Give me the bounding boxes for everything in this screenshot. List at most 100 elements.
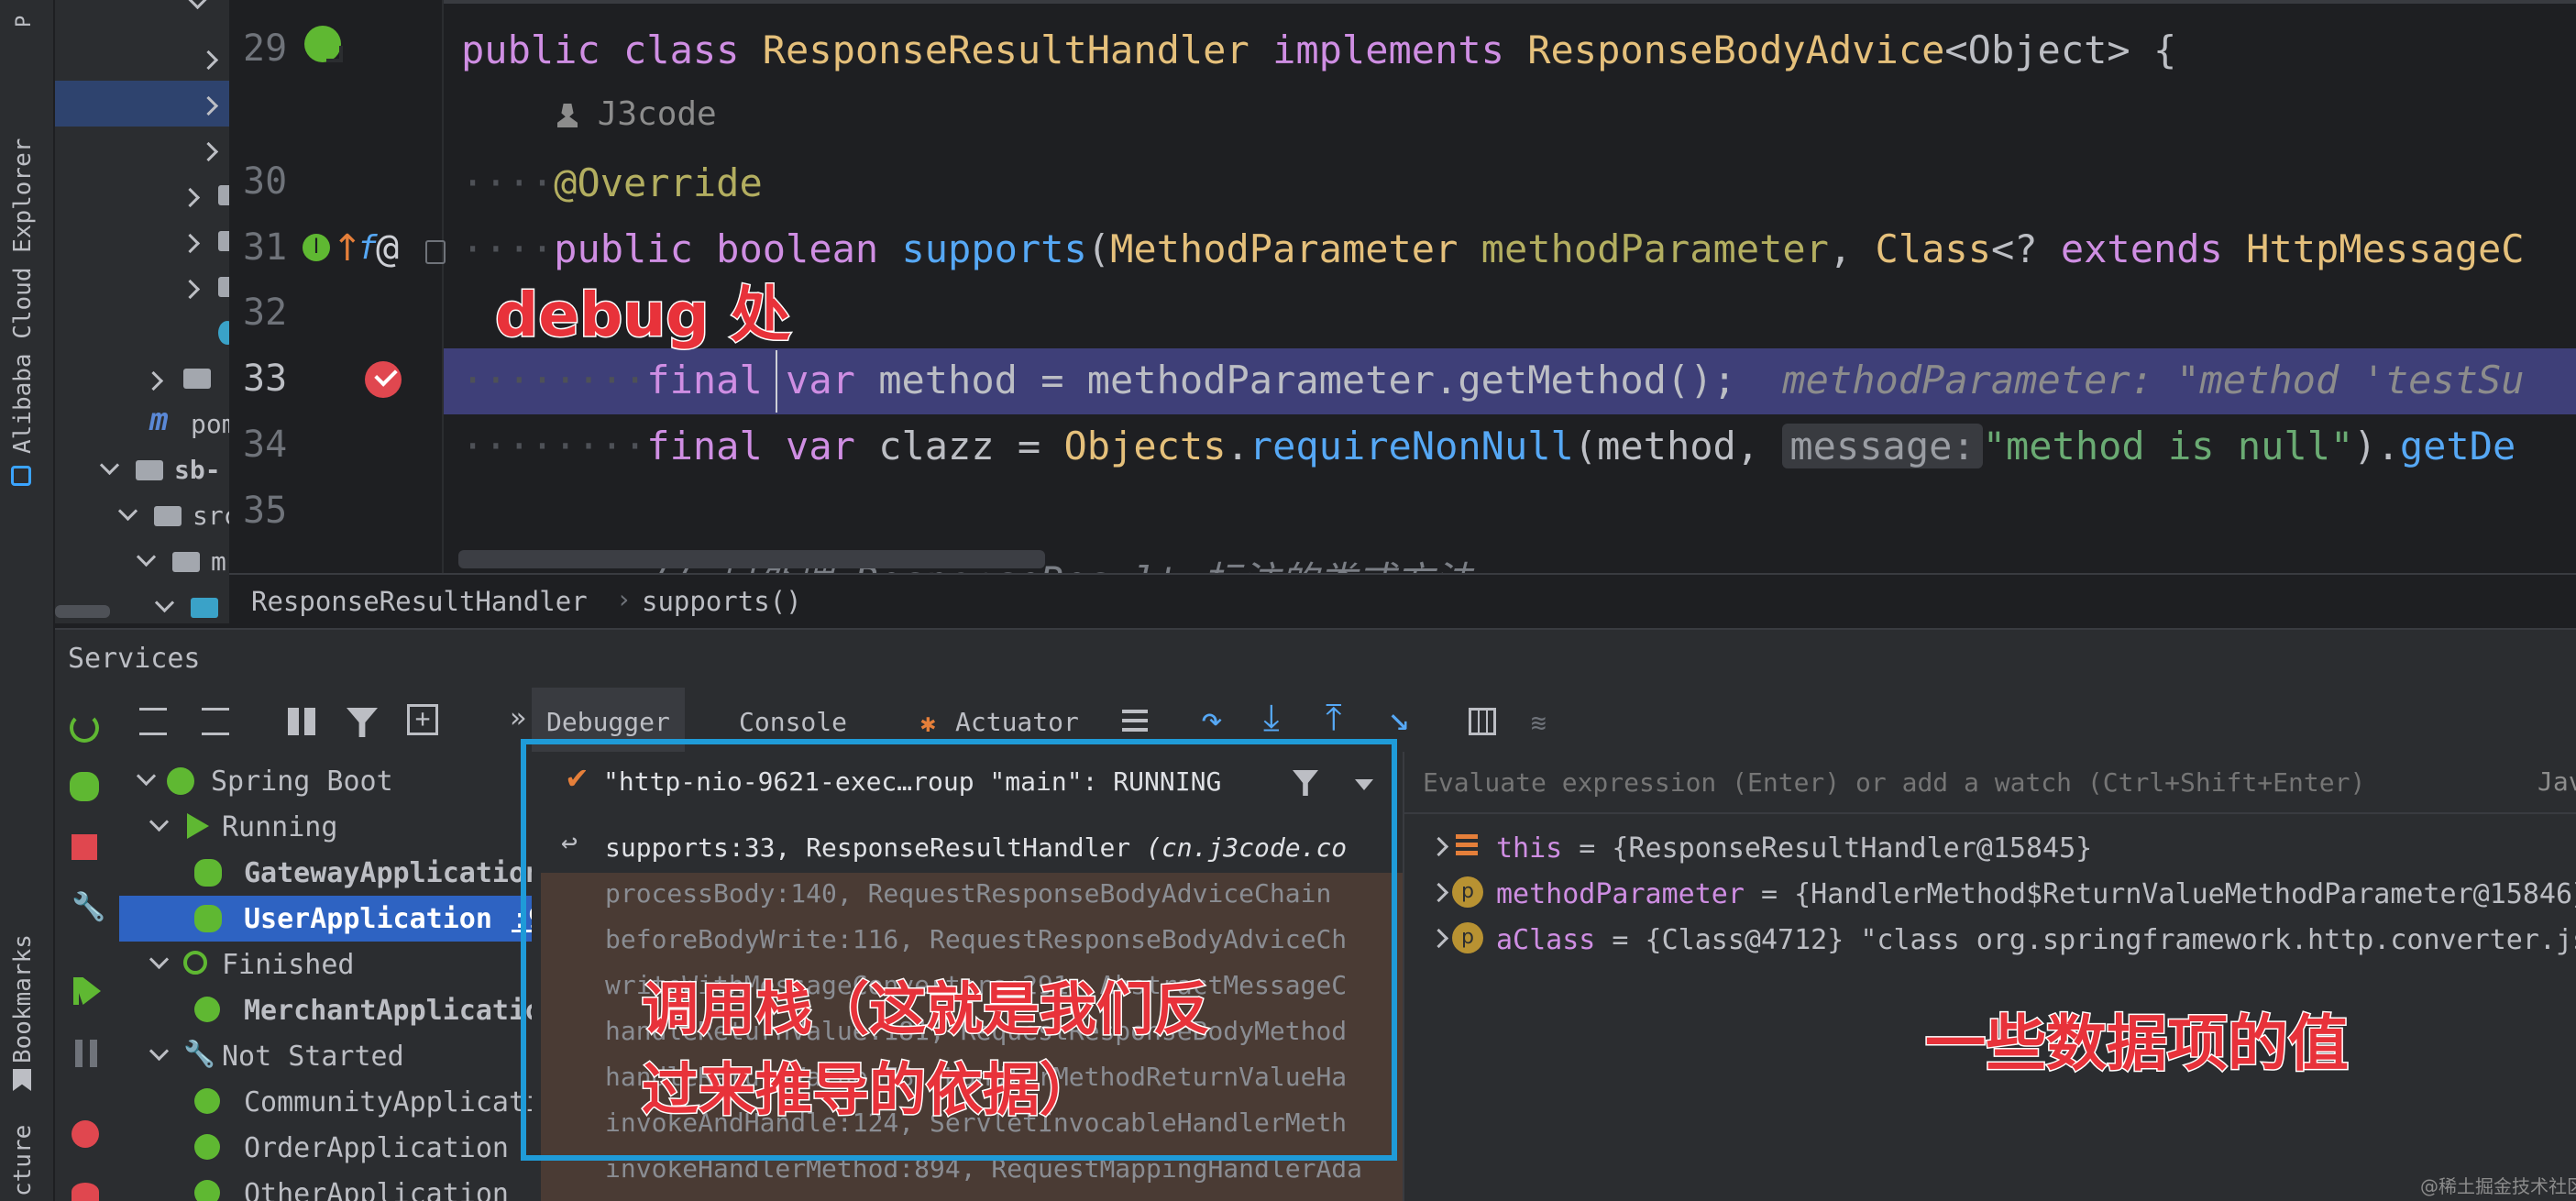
line-number: 30 bbox=[243, 160, 288, 203]
annotation-call-stack-line2: 过来推导的依据） bbox=[640, 1055, 1097, 1125]
fold-marker-icon[interactable] bbox=[425, 240, 446, 264]
debug-bug-icon bbox=[194, 859, 222, 887]
breadcrumb-separator: › bbox=[616, 584, 632, 614]
implements-interface-icon[interactable]: I bbox=[303, 234, 330, 261]
spring-app-icon bbox=[194, 997, 220, 1022]
editor-horizontal-scrollbar[interactable] bbox=[458, 550, 1045, 568]
step-out-icon[interactable]: ⤒ bbox=[1326, 697, 1342, 739]
step-over-icon[interactable]: ↷ bbox=[1201, 699, 1223, 741]
tree-row[interactable] bbox=[55, 356, 229, 402]
maven-icon: m bbox=[149, 402, 169, 438]
user-icon bbox=[557, 104, 578, 127]
tree-row[interactable] bbox=[55, 0, 229, 28]
stop-icon[interactable] bbox=[72, 834, 97, 860]
tree-row-main[interactable]: m bbox=[55, 539, 229, 585]
svc-row-other[interactable]: OtherApplication bbox=[119, 1171, 541, 1201]
code-line-29: public class ResponseResultHandler imple… bbox=[461, 28, 2177, 72]
evaluate-expression-bar: Jav bbox=[1404, 752, 2576, 814]
view-breakpoints-icon[interactable] bbox=[72, 1120, 99, 1148]
svc-label: Finished bbox=[222, 949, 355, 981]
structure-tab[interactable]: cture bbox=[9, 1125, 37, 1196]
evaluate-expression-input[interactable] bbox=[1421, 763, 2506, 801]
tree-row-pom[interactable]: m pom bbox=[55, 402, 229, 447]
author-name: J3code bbox=[597, 95, 717, 133]
variable-row-this[interactable]: this = {ResponseResultHandler@15845} bbox=[1404, 823, 2576, 869]
tree-scrollbar[interactable] bbox=[55, 605, 110, 618]
pause-icon[interactable] bbox=[75, 1040, 97, 1067]
svc-row-merchant[interactable]: MerchantApplication bbox=[119, 987, 541, 1033]
resume-icon[interactable] bbox=[73, 977, 101, 1005]
tree-row[interactable] bbox=[55, 172, 229, 218]
left-tool-strip: P Alibaba Cloud Explorer Bookmarks cture bbox=[0, 0, 55, 1201]
group-by-icon[interactable] bbox=[288, 708, 315, 735]
evaluate-expression-icon[interactable] bbox=[1469, 708, 1496, 735]
svc-row-not-started[interactable]: 🔧 Not Started bbox=[119, 1033, 541, 1079]
expand-all-icon[interactable] bbox=[139, 708, 167, 735]
project-tree: m pom sb- src m bbox=[55, 0, 229, 623]
svc-row-gateway[interactable]: GatewayApplication bbox=[119, 850, 541, 896]
line-number: 34 bbox=[243, 424, 288, 466]
run-to-cursor-icon[interactable]: ↘ bbox=[1388, 697, 1410, 739]
more-tabs-icon[interactable]: » bbox=[510, 702, 526, 734]
tree-item-label: pom bbox=[191, 409, 229, 439]
debug-bug-icon bbox=[194, 905, 222, 932]
breadcrumb-class[interactable]: ResponseResultHandler bbox=[251, 586, 588, 617]
tree-row[interactable] bbox=[55, 35, 229, 81]
tree-row-selected[interactable] bbox=[55, 81, 229, 127]
alibaba-cloud-explorer-tab[interactable]: Alibaba Cloud Explorer bbox=[9, 138, 37, 454]
bookmarks-tab[interactable]: Bookmarks bbox=[9, 934, 37, 1063]
tree-row-src[interactable]: src bbox=[55, 493, 229, 539]
svc-row-community[interactable]: CommunityApplication bbox=[119, 1079, 541, 1125]
project-tool-icon[interactable]: P bbox=[13, 9, 39, 46]
variable-row-aclass[interactable]: p aClass = {Class@4712} "class org.sprin… bbox=[1404, 915, 2576, 961]
svc-label: Running bbox=[222, 811, 338, 843]
svc-label: UserApplication bbox=[244, 903, 492, 935]
svc-label: OtherApplication bbox=[244, 1178, 509, 1201]
tree-row[interactable] bbox=[55, 127, 229, 172]
trace-current-stream-icon[interactable]: ≋ bbox=[1531, 708, 1558, 738]
parameter-badge-icon: p bbox=[1452, 922, 1483, 953]
watermark: @稀土掘金技术社区 bbox=[2420, 1175, 2576, 1197]
settings-wrench-icon[interactable]: 🔧 bbox=[72, 891, 105, 923]
svc-label: MerchantApplication bbox=[244, 995, 541, 1027]
annotation-data-values: 一些数据项的值 bbox=[1924, 1008, 2350, 1081]
svc-row-order[interactable]: OrderApplication bbox=[119, 1125, 541, 1171]
services-toolbar: + » bbox=[55, 688, 532, 752]
code-line-30: ····@Override bbox=[461, 160, 763, 205]
author-inlay[interactable]: J3code bbox=[557, 95, 717, 133]
tree-row[interactable] bbox=[55, 310, 229, 356]
line-number: 32 bbox=[243, 292, 288, 334]
parameter-badge-icon: p bbox=[1452, 876, 1483, 908]
collapse-all-icon[interactable] bbox=[202, 708, 229, 735]
add-service-icon[interactable]: + bbox=[407, 704, 438, 735]
spring-app-icon bbox=[194, 1134, 220, 1160]
debug-bug-icon[interactable] bbox=[70, 772, 99, 801]
svc-row-spring-boot[interactable]: Spring Boot bbox=[119, 758, 541, 804]
code-line-34: ········final var clazz = Objects.requir… bbox=[461, 424, 2516, 468]
filter-icon[interactable] bbox=[347, 708, 378, 737]
mute-breakpoints-icon[interactable] bbox=[72, 1183, 99, 1201]
tree-row[interactable] bbox=[55, 264, 229, 310]
spring-app-icon bbox=[194, 1180, 220, 1201]
svc-row-user-selected[interactable]: UserApplication :9 bbox=[119, 896, 541, 942]
services-panel-header: Services bbox=[55, 628, 2576, 689]
svc-row-finished[interactable]: Finished bbox=[119, 942, 541, 987]
breadcrumb-method[interactable]: supports() bbox=[642, 586, 802, 617]
tree-row-sb[interactable]: sb- bbox=[55, 447, 229, 493]
editor-breadcrumb: ResponseResultHandler › supports() bbox=[229, 573, 2576, 630]
variable-row-method-parameter[interactable]: p methodParameter = {HandlerMethod$Retur… bbox=[1404, 869, 2576, 915]
debug-inline-value: methodParameter: "method 'testSu bbox=[1782, 358, 2525, 402]
annotation-call-stack-line1: 调用栈（这就是我们反 bbox=[640, 975, 1211, 1044]
layout-menu-icon[interactable] bbox=[1122, 710, 1148, 732]
language-selector[interactable]: Jav bbox=[2537, 766, 2576, 797]
spring-boot-icon bbox=[167, 767, 194, 795]
annotation-at-icon[interactable]: @ bbox=[376, 226, 399, 270]
parameter-name-hint: message: bbox=[1782, 424, 1983, 468]
services-actions: 🔧 bbox=[55, 688, 119, 1201]
svc-row-running[interactable]: Running bbox=[119, 804, 541, 850]
rerun-icon[interactable] bbox=[70, 713, 99, 743]
step-into-icon[interactable]: ⤓ bbox=[1263, 697, 1280, 739]
tree-row[interactable] bbox=[55, 218, 229, 264]
variables-panel: Jav this = {ResponseResultHandler@15845}… bbox=[1403, 752, 2576, 1201]
line-number: 31 bbox=[243, 226, 288, 269]
